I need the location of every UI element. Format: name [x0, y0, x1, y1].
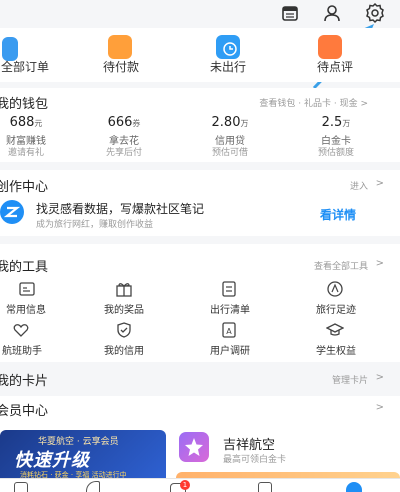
wallet-value-unit: 元: [34, 119, 43, 128]
heart-hand-icon: [12, 321, 30, 339]
airline-logo-icon: [179, 432, 209, 462]
airline-sub: 最高可领白金卡: [223, 455, 287, 465]
notification-badge: 1: [180, 480, 190, 490]
creator-enter-link[interactable]: 进入: [350, 179, 368, 192]
order-tab-pending-review[interactable]: 待点评: [306, 58, 364, 75]
wallet-value-unit: 万: [342, 119, 351, 128]
chevron-right-icon: >: [375, 258, 384, 269]
feather-tab-icon[interactable]: [86, 481, 100, 492]
wallet-value-number: 666: [107, 115, 133, 130]
creator-detail-button[interactable]: 看详情: [320, 206, 356, 223]
wallet-value-unit: 万: [240, 119, 249, 128]
my-cards-section: 我的卡片 管理卡片 >: [0, 362, 400, 396]
wallet-value-number: 2.80: [211, 115, 241, 130]
chevron-right-icon: >: [375, 402, 384, 413]
tool-student-benefits[interactable]: 学生权益: [306, 342, 366, 357]
tool-travel-checklist[interactable]: 出行清单: [200, 301, 260, 316]
graduation-cap-icon: [325, 321, 345, 339]
wallet-sub-0: 邀请有礼: [7, 148, 44, 158]
tool-common-info[interactable]: 常用信息: [0, 301, 56, 316]
order-tab-upcoming[interactable]: 未出行: [199, 58, 257, 75]
wallet-value-number: 688: [9, 115, 35, 130]
survey-icon: A: [220, 321, 238, 339]
promo-headline: 快速升级: [14, 450, 90, 471]
gift-icon: [115, 280, 133, 298]
orders-card: 全部订单 待付款 未出行 待点评: [0, 28, 400, 82]
footprint-icon: [326, 280, 344, 298]
trip-tab-icon[interactable]: [258, 482, 272, 492]
tool-travel-footprint[interactable]: 旅行足迹: [306, 301, 366, 316]
profile-tab-icon[interactable]: [346, 482, 362, 492]
svg-text:A: A: [226, 327, 232, 336]
creator-title: 创作中心: [0, 180, 49, 195]
wallet-value-0[interactable]: 688元: [0, 115, 56, 130]
creator-headline: 找灵感看数据，写爆款社区笔记: [36, 202, 205, 216]
tool-my-credit[interactable]: 我的信用: [94, 342, 154, 357]
wallet-sub-1: 先享后付: [105, 148, 142, 158]
chevron-right-icon: >: [375, 178, 384, 189]
wallet-value-1[interactable]: 666券: [94, 115, 154, 130]
member-center-title: 会员中心: [0, 404, 49, 419]
wallet-title: 我的钱包: [0, 97, 49, 112]
wallet-value-number: 2.5: [321, 115, 343, 130]
home-tab-icon[interactable]: [14, 482, 28, 492]
order-tab-pending-payment[interactable]: 待付款: [92, 58, 150, 75]
tool-flight-assistant[interactable]: 航班助手: [0, 342, 48, 357]
creator-card: 创作中心 进入 > 找灵感看数据，写爆款社区笔记 成为旅行网红，赚取创作收益 看…: [0, 170, 400, 236]
wallet-value-2[interactable]: 2.80万: [200, 115, 260, 130]
review-icon: [318, 35, 342, 59]
tools-all-link[interactable]: 查看全部工具: [314, 259, 368, 272]
wallet-value-3[interactable]: 2.5万: [306, 115, 366, 130]
creator-logo-icon: [0, 200, 24, 224]
airline-name[interactable]: 吉祥航空: [223, 434, 275, 453]
wallet-value-unit: 券: [132, 119, 141, 128]
wallet-pay-icon: [108, 35, 132, 59]
clock-icon: [216, 35, 240, 59]
my-cards-title: 我的卡片: [0, 374, 49, 389]
wallet-link[interactable]: 查看钱包 · 礼品卡 · 现金 >: [259, 96, 368, 109]
order-tab-all[interactable]: 全部订单: [0, 58, 54, 75]
id-card-icon: [18, 280, 36, 298]
wallet-sub-3: 预估额度: [317, 148, 354, 158]
manage-cards-link[interactable]: 管理卡片: [332, 373, 368, 386]
checklist-icon: [220, 280, 238, 298]
tool-my-prizes[interactable]: 我的奖品: [94, 301, 154, 316]
tools-title: 我的工具: [0, 260, 49, 275]
calendar-icon[interactable]: [281, 4, 299, 22]
shield-icon: [115, 321, 133, 339]
chevron-right-icon: >: [375, 372, 384, 383]
wallet-sub-2: 预估可借: [211, 148, 248, 158]
tools-card: 我的工具 查看全部工具 > 常用信息 我的奖品 出行清单 旅行足迹 航班助手 我…: [0, 244, 400, 362]
creator-sub: 成为旅行网红，赚取创作收益: [36, 220, 154, 230]
bottom-tab-bar: 1: [0, 478, 400, 492]
wallet-card: 我的钱包 查看钱包 · 礼品卡 · 现金 > 688元 财富赚钱 邀请有礼 66…: [0, 88, 400, 162]
tool-user-research[interactable]: 用户调研: [200, 342, 260, 357]
